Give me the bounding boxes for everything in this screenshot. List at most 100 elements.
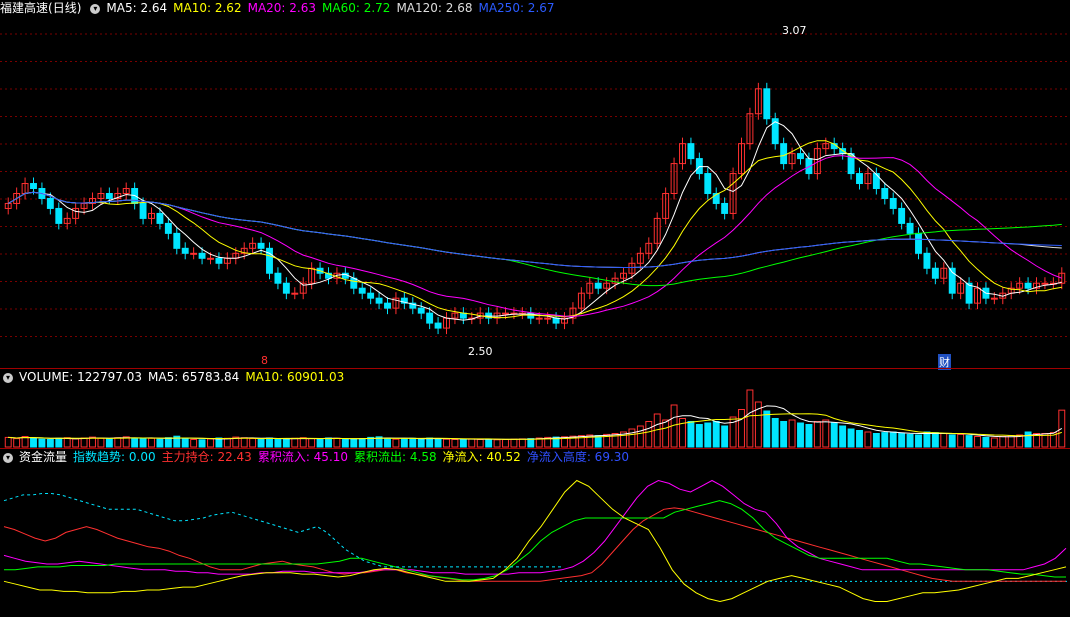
volume-bar (409, 437, 417, 448)
candle-body (55, 207, 63, 224)
volume-bar (510, 438, 518, 448)
candle-body (350, 277, 358, 289)
volume-bar (965, 435, 973, 448)
volume-bar (13, 438, 21, 448)
volume-bar (822, 419, 830, 448)
candle-body (156, 212, 164, 224)
volume-bar (662, 419, 670, 448)
volume-bar (299, 437, 307, 448)
flow-title: 资金流量 (19, 450, 68, 464)
volume-bar (999, 436, 1007, 448)
candle-body (384, 302, 391, 309)
candle-body (181, 247, 189, 254)
volume-bar (771, 418, 779, 448)
candle-body (780, 143, 788, 165)
volume-bar (780, 421, 788, 448)
volume-bar (114, 437, 122, 448)
volume-bar (148, 437, 155, 448)
candle-body (1041, 282, 1049, 285)
candle-body (375, 297, 383, 304)
volume-values: VOLUME: 122797.03 MA5: 65783.84 MA10: 6090… (19, 370, 350, 384)
flow-line-2 (4, 500, 1066, 581)
candle-body (797, 153, 804, 160)
candle-body (906, 222, 914, 234)
volume-bar (906, 433, 914, 448)
ma-legend-item-5: MA250: 2.67 (478, 1, 555, 15)
candle-body (105, 192, 113, 199)
candle-body (856, 173, 863, 185)
volume-bar (55, 437, 63, 448)
volume-bar (738, 409, 745, 448)
candle-body (207, 257, 214, 260)
volume-bar (341, 438, 349, 448)
volume-bar (856, 430, 863, 448)
ma-legend-item-0: MA5: 2.64 (106, 1, 168, 15)
volume-bar (266, 437, 273, 448)
volume-bar (805, 424, 813, 448)
volume-bar (451, 439, 459, 448)
candle-body (434, 322, 442, 329)
volume-bar (645, 421, 653, 448)
volume-bar (240, 437, 248, 448)
volume-bar (948, 434, 956, 448)
volume-bar (763, 410, 771, 448)
volume-bar (97, 437, 105, 448)
candle-body (544, 317, 552, 320)
ma20-line (7, 155, 1062, 317)
volume-bar (72, 438, 80, 448)
volume-bar (392, 438, 400, 448)
volume-bar (923, 431, 931, 448)
volume-chart (4, 389, 1066, 448)
volume-bar (889, 431, 897, 448)
volume-bar (384, 437, 391, 448)
volume-bar (434, 438, 442, 448)
event-marker-1[interactable]: 8 (261, 354, 268, 367)
volume-bar (325, 437, 332, 448)
candle-body (139, 202, 147, 219)
volume-bar (493, 439, 501, 448)
flow-legend-item-5: 净流入高度: 69.30 (526, 450, 630, 464)
candle-body (215, 257, 223, 264)
low-price-label: 2.50 (468, 345, 493, 358)
chevron-down-icon[interactable]: ▾ (90, 3, 101, 14)
volume-bar (864, 431, 872, 448)
chevron-down-icon[interactable]: ▾ (3, 372, 13, 383)
flow-values: 指数趋势: 0.00 主力持仓: 22.43 累积流入: 45.10 累积流出: 4.… (73, 450, 635, 464)
volume-bar (350, 438, 358, 448)
volume-legend-item-0: VOLUME: 122797.03 (19, 370, 142, 384)
volume-bar (990, 437, 998, 448)
candlestick-chart (0, 33, 1070, 337)
volume-bar (518, 438, 526, 448)
flow-legend: ▾ 资金流量 指数趋势: 0.00 主力持仓: 22.43 累积流入: 45.10 累积流… (0, 449, 641, 465)
volume-bar (156, 438, 164, 448)
volume-bar (38, 438, 46, 448)
ma-legend-item-2: MA20: 2.63 (247, 1, 317, 15)
candle-body (552, 317, 560, 324)
volume-bar (797, 422, 804, 448)
candle-body (173, 232, 181, 249)
candle-body (358, 287, 366, 294)
volume-bar (333, 437, 341, 448)
ma-legend-item-1: MA10: 2.62 (173, 1, 242, 15)
candle-body (1024, 282, 1032, 289)
volume-bar (139, 438, 147, 448)
candle-body (687, 143, 695, 160)
volume-bar (164, 437, 172, 448)
volume-bar (1007, 435, 1015, 448)
volume-bar (417, 438, 425, 448)
candle-body (417, 307, 425, 314)
high-price-label: 3.07 (782, 24, 807, 37)
flow-line-4 (3, 493, 564, 568)
candle-body (257, 242, 265, 249)
candle-body (291, 292, 299, 295)
volume-bar (695, 424, 703, 448)
volume-bar (898, 433, 906, 448)
flow-legend-item-4: 净流入: 40.52 (442, 450, 521, 464)
chevron-down-icon[interactable]: ▾ (3, 452, 13, 463)
volume-bar (1024, 431, 1032, 448)
volume-bar (316, 438, 324, 448)
candle-body (30, 183, 37, 190)
candle-body (923, 252, 931, 269)
candle-body (965, 282, 973, 304)
candle-body (198, 252, 206, 259)
